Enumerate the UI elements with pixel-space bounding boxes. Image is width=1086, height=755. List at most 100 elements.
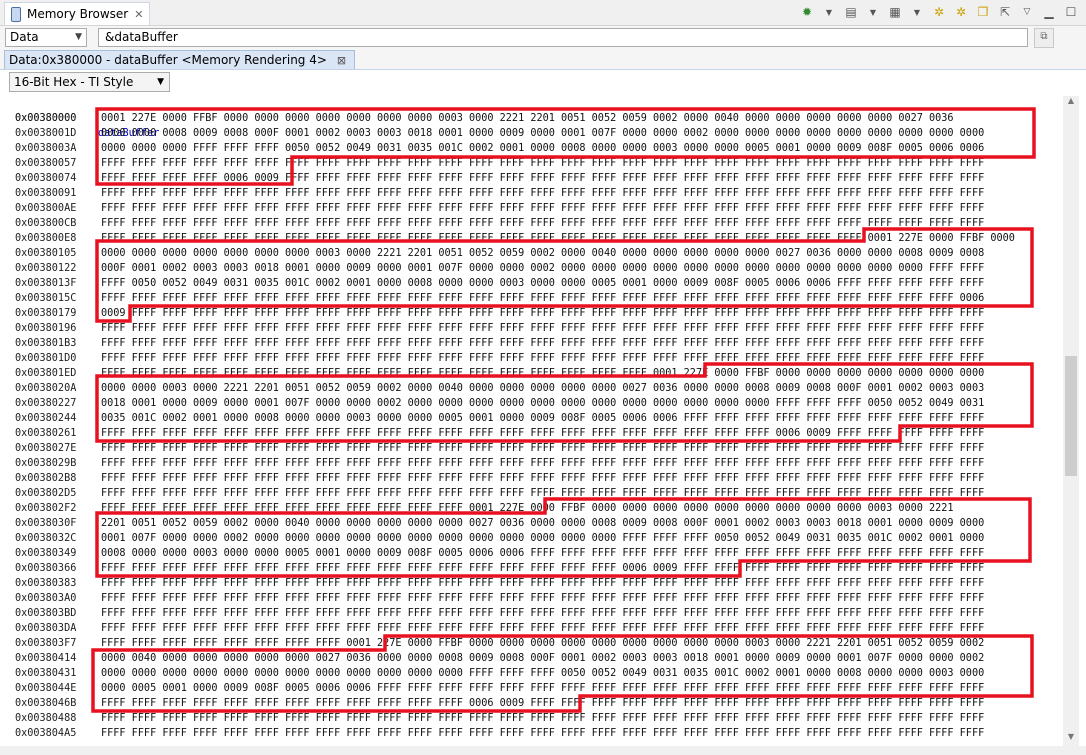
chevron-down-icon[interactable]: ▼ xyxy=(864,3,882,21)
row-values[interactable]: FFFF FFFF FFFF FFFF FFFF FFFF FFFF FFFF … xyxy=(101,186,984,201)
chevron-down-icon[interactable]: ▼ xyxy=(820,3,838,21)
sync-icon[interactable]: ✲ xyxy=(952,3,970,21)
row-values[interactable]: FFFF FFFF FFFF FFFF FFFF FFFF FFFF FFFF … xyxy=(101,216,984,231)
memory-row: 0x0038032C 0001 007F 0000 0000 0002 0000 … xyxy=(0,531,1060,546)
row-values[interactable]: 0000 0000 0000 0000 0000 0000 0000 0003 … xyxy=(101,246,984,261)
row-address: 0x003801B3 xyxy=(15,338,77,349)
row-values[interactable]: 0000 0000 0008 0009 0008 000F 0001 0002 … xyxy=(101,126,984,141)
memory-space-select[interactable]: Data ▼ xyxy=(5,28,87,47)
row-values[interactable]: 0000 0000 0003 0000 2221 2201 0051 0052 … xyxy=(101,381,984,396)
row-values[interactable]: FFFF FFFF FFFF FFFF FFFF FFFF FFFF FFFF … xyxy=(101,561,984,576)
row-values[interactable]: FFFF FFFF FFFF FFFF FFFF FFFF FFFF FFFF … xyxy=(101,606,984,621)
memory-row: 0x00380196 FFFF FFFF FFFF FFFF FFFF FFFF … xyxy=(0,321,1060,336)
format-select[interactable]: 16-Bit Hex - TI Style ▼ xyxy=(9,72,170,92)
vertical-scrollbar[interactable]: ▲ ▼ xyxy=(1063,96,1079,746)
memory-row: 0x003804A5 FFFF FFFF FFFF FFFF FFFF FFFF … xyxy=(0,726,1060,741)
row-values[interactable]: 0000 0000 0000 0000 0000 0000 0000 0000 … xyxy=(101,666,984,681)
row-values[interactable]: FFFF FFFF FFFF FFFF FFFF FFFF FFFF FFFF … xyxy=(101,501,954,516)
row-values[interactable]: FFFF FFFF FFFF FFFF FFFF FFFF FFFF FFFF … xyxy=(101,576,984,591)
memory-row: 0x00380091 FFFF FFFF FFFF FFFF FFFF FFFF … xyxy=(0,186,1060,201)
row-values[interactable]: FFFF FFFF FFFF FFFF FFFF FFFF FFFF FFFF … xyxy=(101,426,984,441)
connect-target-icon[interactable]: ✹ xyxy=(798,3,816,21)
row-values[interactable]: FFFF FFFF FFFF FFFF FFFF FFFF FFFF FFFF … xyxy=(101,456,984,471)
scroll-up-icon[interactable]: ▲ xyxy=(1063,96,1079,110)
row-values[interactable]: 0035 001C 0002 0001 0000 0008 0000 0000 … xyxy=(101,411,984,426)
scrollbar-thumb[interactable] xyxy=(1065,356,1077,476)
row-values[interactable]: 0001 007F 0000 0000 0002 0000 0000 0000 … xyxy=(101,531,984,546)
rendering-tab[interactable]: Data:0x380000 - dataBuffer <Memory Rende… xyxy=(4,50,356,69)
chevron-down-icon[interactable]: ▼ xyxy=(908,3,926,21)
row-address: 0x0038029B xyxy=(15,458,77,469)
row-values[interactable]: 0000 0000 0000 FFFF FFFF FFFF 0050 0052 … xyxy=(101,141,984,156)
row-address: 0x00380414 xyxy=(15,653,77,664)
row-values[interactable]: FFFF FFFF FFFF FFFF FFFF FFFF FFFF FFFF … xyxy=(101,231,1015,246)
refresh-icon[interactable]: ✲ xyxy=(930,3,948,21)
row-values[interactable]: FFFF FFFF FFFF FFFF FFFF FFFF FFFF FFFF … xyxy=(101,336,984,351)
row-values[interactable]: 000F 0001 0002 0003 0003 0018 0001 0000 … xyxy=(101,261,984,276)
address-bar: Data ▼ &dataBuffer ⧉ xyxy=(0,26,1086,50)
memory-row: 0x00380122 000F 0001 0002 0003 0003 0018 … xyxy=(0,261,1060,276)
minimize-icon[interactable]: ▁ xyxy=(1040,3,1058,21)
memory-chip-icon[interactable]: ▦ xyxy=(886,3,904,21)
memory-row: 0x00380105 0000 0000 0000 0000 0000 0000 … xyxy=(0,246,1060,261)
close-view-icon[interactable]: ✕ xyxy=(134,8,143,21)
memory-row: 0x0038015C FFFF FFFF FFFF FFFF FFFF FFFF … xyxy=(0,291,1060,306)
row-values[interactable]: FFFF FFFF FFFF FFFF FFFF FFFF FFFF FFFF … xyxy=(101,696,984,711)
memory-row: 0x00380179 0009 FFFF FFFF FFFF FFFF FFFF … xyxy=(0,306,1060,321)
row-values[interactable]: 0008 0000 0000 0003 0000 0000 0005 0001 … xyxy=(101,546,984,561)
row-values[interactable]: FFFF FFFF FFFF FFFF FFFF FFFF FFFF FFFF … xyxy=(101,726,984,741)
horizontal-scrollbar[interactable] xyxy=(0,746,1086,755)
row-values[interactable]: FFFF FFFF FFFF FFFF FFFF FFFF FFFF FFFF … xyxy=(101,291,984,306)
row-values[interactable]: FFFF FFFF FFFF FFFF FFFF FFFF FFFF FFFF … xyxy=(101,201,984,216)
row-address: 0x00380074 xyxy=(15,173,77,184)
row-values[interactable]: FFFF FFFF FFFF FFFF FFFF FFFF FFFF FFFF … xyxy=(101,471,984,486)
memory-row: 0x003802D5 FFFF FFFF FFFF FFFF FFFF FFFF … xyxy=(0,486,1060,501)
chevron-down-icon: ▼ xyxy=(75,32,82,42)
row-address: 0x003802B8 xyxy=(15,473,77,484)
memory-row: 0x003803DA FFFF FFFF FFFF FFFF FFFF FFFF … xyxy=(0,621,1060,636)
memory-browser-tab[interactable]: Memory Browser ✕ xyxy=(4,2,151,25)
memory-row: 0x00380383 FFFF FFFF FFFF FFFF FFFF FFFF … xyxy=(0,576,1060,591)
row-values[interactable]: FFFF FFFF FFFF FFFF FFFF FFFF FFFF FFFF … xyxy=(101,321,984,336)
row-values[interactable]: 0000 0005 0001 0000 0009 008F 0005 0006 … xyxy=(101,681,984,696)
go-button[interactable]: ⧉ xyxy=(1034,28,1054,48)
memory-row: 0x003802B8 FFFF FFFF FFFF FFFF FFFF FFFF … xyxy=(0,471,1060,486)
memory-row: 0x0038027E FFFF FFFF FFFF FFFF FFFF FFFF … xyxy=(0,441,1060,456)
row-address: 0x00380261 xyxy=(15,428,77,439)
row-values[interactable]: FFFF FFFF FFFF FFFF FFFF FFFF FFFF FFFF … xyxy=(101,441,984,456)
row-values[interactable]: FFFF FFFF FFFF FFFF FFFF FFFF FFFF FFFF … xyxy=(101,621,984,636)
row-values[interactable]: FFFF FFFF FFFF FFFF FFFF FFFF FFFF FFFF … xyxy=(101,351,984,366)
address-expression-input[interactable]: &dataBuffer xyxy=(98,28,1028,47)
memory-row: 0x0038046B FFFF FFFF FFFF FFFF FFFF FFFF … xyxy=(0,696,1060,711)
row-values[interactable]: 0001 227E 0000 FFBF 0000 0000 0000 0000 … xyxy=(101,111,954,126)
new-rendering-icon[interactable]: ▤ xyxy=(842,3,860,21)
row-values[interactable]: FFFF 0050 0052 0049 0031 0035 001C 0002 … xyxy=(101,276,984,291)
view-menu-icon[interactable]: ▽ xyxy=(1018,3,1036,21)
view-title: Memory Browser xyxy=(27,7,129,21)
new-tab-icon[interactable]: ❐ xyxy=(974,3,992,21)
row-values[interactable]: FFFF FFFF FFFF FFFF FFFF FFFF FFFF FFFF … xyxy=(101,486,984,501)
memory-row: 0x0038030F 2201 0051 0052 0059 0002 0000 … xyxy=(0,516,1060,531)
maximize-icon[interactable]: ☐ xyxy=(1062,3,1080,21)
memory-row: 0x0038001D 0000 0000 0008 0009 0008 000F … xyxy=(0,126,1060,141)
row-address: 0x003801D0 xyxy=(15,353,77,364)
memory-row: 0x003801D0 FFFF FFFF FFFF FFFF FFFF FFFF … xyxy=(0,351,1060,366)
memory-row: 0x00380000 0001 227E 0000 FFBF 0000 0000 … xyxy=(0,111,1060,126)
memory-row: 0x003800E8 FFFF FFFF FFFF FFFF FFFF FFFF … xyxy=(0,231,1060,246)
row-address: 0x0038013F xyxy=(15,278,77,289)
memory-row: 0x00380244 0035 001C 0002 0001 0000 0008 … xyxy=(0,411,1060,426)
row-values[interactable]: 0000 0040 0000 0000 0000 0000 0000 0027 … xyxy=(101,651,984,666)
row-values[interactable]: 0009 FFFF FFFF FFFF FFFF FFFF FFFF FFFF … xyxy=(101,306,984,321)
view-toolbar: ✹ ▼ ▤ ▼ ▦ ▼ ✲ ✲ ❐ ⇱ ▽ ▁ ☐ xyxy=(798,3,1080,21)
row-values[interactable]: FFFF FFFF FFFF FFFF FFFF FFFF FFFF FFFF … xyxy=(101,636,984,651)
pin-icon[interactable]: ⇱ xyxy=(996,3,1014,21)
row-values[interactable]: FFFF FFFF FFFF FFFF 0006 0009 FFFF FFFF … xyxy=(101,171,984,186)
scroll-down-icon[interactable]: ▼ xyxy=(1063,732,1079,746)
row-values[interactable]: 0018 0001 0000 0009 0000 0001 007F 0000 … xyxy=(101,396,984,411)
row-values[interactable]: FFFF FFFF FFFF FFFF FFFF FFFF FFFF FFFF … xyxy=(101,156,984,171)
row-values[interactable]: 2201 0051 0052 0059 0002 0000 0040 0000 … xyxy=(101,516,984,531)
close-icon[interactable]: ⊠ xyxy=(337,54,346,67)
row-values[interactable]: FFFF FFFF FFFF FFFF FFFF FFFF FFFF FFFF … xyxy=(101,591,984,606)
row-values[interactable]: FFFF FFFF FFFF FFFF FFFF FFFF FFFF FFFF … xyxy=(101,711,984,726)
row-values[interactable]: FFFF FFFF FFFF FFFF FFFF FFFF FFFF FFFF … xyxy=(101,366,984,381)
